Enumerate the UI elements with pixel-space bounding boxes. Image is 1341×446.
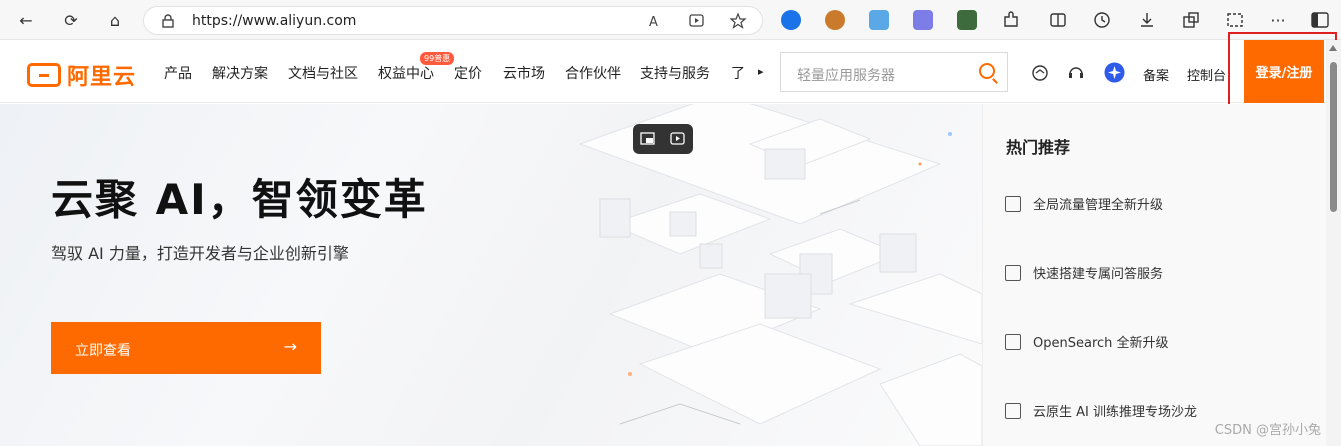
hero-illustration	[578, 104, 982, 446]
extension-blue-icon[interactable]	[781, 10, 801, 30]
terminal-icon	[1005, 264, 1021, 281]
customer-service-icon[interactable]	[1067, 64, 1085, 82]
promo-badge: 99普惠	[420, 52, 455, 65]
page-scrollbar[interactable]	[1326, 40, 1341, 446]
logo-mark-icon	[27, 63, 61, 87]
ai-assistant-icon[interactable]	[1104, 62, 1125, 83]
recommend-item-label: 快速搭建专属问答服务	[1033, 267, 1164, 282]
play-video-icon[interactable]	[670, 131, 686, 147]
media-icon[interactable]	[689, 13, 705, 29]
site-search[interactable]: 轻量应用服务器	[780, 52, 1008, 92]
event-icon	[1005, 402, 1021, 419]
document-question-icon	[1005, 195, 1021, 212]
watermark: CSDN @宫孙小兔	[1214, 423, 1321, 438]
aliyun-logo[interactable]: 阿里云	[27, 59, 136, 91]
split-screen-icon[interactable]	[1049, 11, 1067, 29]
nav-item-benefits[interactable]: 权益中心	[378, 63, 434, 83]
history-icon[interactable]	[1093, 11, 1111, 29]
screenshot-icon[interactable]	[1226, 11, 1244, 29]
nav-item-pricing[interactable]: 定价	[454, 63, 482, 83]
media-controls[interactable]	[633, 124, 693, 154]
reload-icon[interactable]: ⟳	[59, 8, 83, 32]
read-aloud-icon[interactable]: A	[649, 13, 665, 29]
downloads-icon[interactable]	[1138, 11, 1156, 29]
address-bar[interactable]: https://www.aliyun.com A	[143, 6, 763, 35]
extension-purple-icon[interactable]	[913, 10, 933, 30]
hero-title: 云聚 AI，智领变革	[51, 175, 428, 224]
picture-in-picture-icon[interactable]	[640, 131, 656, 147]
view-now-button[interactable]: 立即查看 →	[51, 322, 321, 374]
favorite-star-icon[interactable]	[729, 12, 747, 30]
recommend-item-label: 全局流量管理全新升级	[1033, 198, 1164, 213]
extension-cloud-icon[interactable]	[869, 10, 889, 30]
hero-subtitle: 驾驭 AI 力量，打造开发者与企业创新引擎	[51, 244, 349, 263]
hot-recommend-title: 热门推荐	[1006, 138, 1071, 157]
recommend-item-label: 云原生 AI 训练推理专场沙龙	[1033, 405, 1197, 420]
nav-item-solutions[interactable]: 解决方案	[212, 63, 268, 83]
sidebar-toggle-icon[interactable]	[1311, 12, 1329, 28]
site-header: 阿里云 产品 解决方案 文档与社区 权益中心 99普惠 定价 云市场 合作伙伴 …	[0, 40, 1341, 103]
scroll-thumb[interactable]	[1330, 62, 1337, 212]
svg-text:A: A	[649, 15, 658, 29]
extensions-puzzle-icon[interactable]	[1002, 11, 1020, 29]
recommend-item-traffic[interactable]: 全局流量管理全新升级	[1005, 194, 1163, 213]
collections-icon[interactable]	[1182, 11, 1200, 29]
home-icon[interactable]: ⌂	[103, 8, 127, 32]
search-icon[interactable]	[979, 63, 995, 79]
lock-icon	[162, 14, 174, 28]
nav-item-partners[interactable]: 合作伙伴	[565, 63, 621, 83]
nav-more-arrow-icon[interactable]: ▸	[758, 65, 764, 78]
back-icon[interactable]: ←	[14, 8, 38, 32]
nav-beian[interactable]: 备案	[1143, 65, 1169, 84]
nav-item-support[interactable]: 支持与服务	[640, 63, 710, 83]
nav-item-docs-community[interactable]: 文档与社区	[288, 63, 358, 83]
search-input[interactable]: 轻量应用服务器	[797, 65, 895, 85]
nav-item-products[interactable]: 产品	[164, 63, 192, 83]
scroll-up-icon[interactable]	[1329, 45, 1337, 51]
logo-text: 阿里云	[67, 65, 137, 90]
recommend-item-label: OpenSearch 全新升级	[1033, 336, 1169, 351]
extension-tiger-icon[interactable]	[825, 10, 845, 30]
search-document-icon	[1005, 333, 1021, 350]
extension-download-icon[interactable]	[957, 10, 977, 30]
arrow-right-icon: →	[283, 337, 297, 356]
nav-console[interactable]: 控制台	[1187, 65, 1226, 84]
url-text: https://www.aliyun.com	[192, 13, 357, 29]
browser-toolbar: ← ⟳ ⌂ https://www.aliyun.com A ···	[0, 0, 1341, 40]
view-now-label: 立即查看	[75, 343, 131, 359]
hot-recommend-panel: 热门推荐 全局流量管理全新升级 快速搭建专属问答服务 OpenSearch 全新…	[982, 104, 1326, 446]
recommend-item-ai-salon[interactable]: 云原生 AI 训练推理专场沙龙	[1005, 401, 1197, 420]
more-menu-icon[interactable]: ···	[1266, 8, 1290, 32]
recommend-item-opensearch[interactable]: OpenSearch 全新升级	[1005, 332, 1169, 351]
global-icon[interactable]	[1031, 64, 1049, 82]
nav-item-about-truncated[interactable]: 了	[731, 63, 745, 83]
recommend-item-qa[interactable]: 快速搭建专属问答服务	[1005, 263, 1163, 282]
hero-banner: 云聚 AI，智领变革 驾驭 AI 力量，打造开发者与企业创新引擎 立即查看 →	[0, 104, 982, 446]
nav-item-marketplace[interactable]: 云市场	[503, 63, 545, 83]
